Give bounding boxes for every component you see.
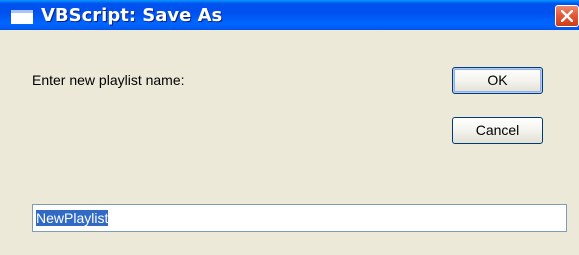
save-as-dialog: VBScript: Save As Enter new playlist nam… — [0, 0, 579, 255]
playlist-name-input[interactable]: NewPlaylist — [32, 204, 567, 232]
close-icon — [561, 10, 573, 22]
close-button[interactable] — [555, 5, 579, 27]
selected-input-text: NewPlaylist — [36, 210, 109, 226]
window-title: VBScript: Save As — [41, 5, 223, 26]
prompt-label: Enter new playlist name: — [32, 72, 185, 88]
title-bar[interactable]: VBScript: Save As — [0, 0, 579, 30]
ok-button[interactable]: OK — [452, 67, 543, 94]
cancel-button[interactable]: Cancel — [452, 117, 543, 144]
window-icon — [11, 10, 33, 24]
